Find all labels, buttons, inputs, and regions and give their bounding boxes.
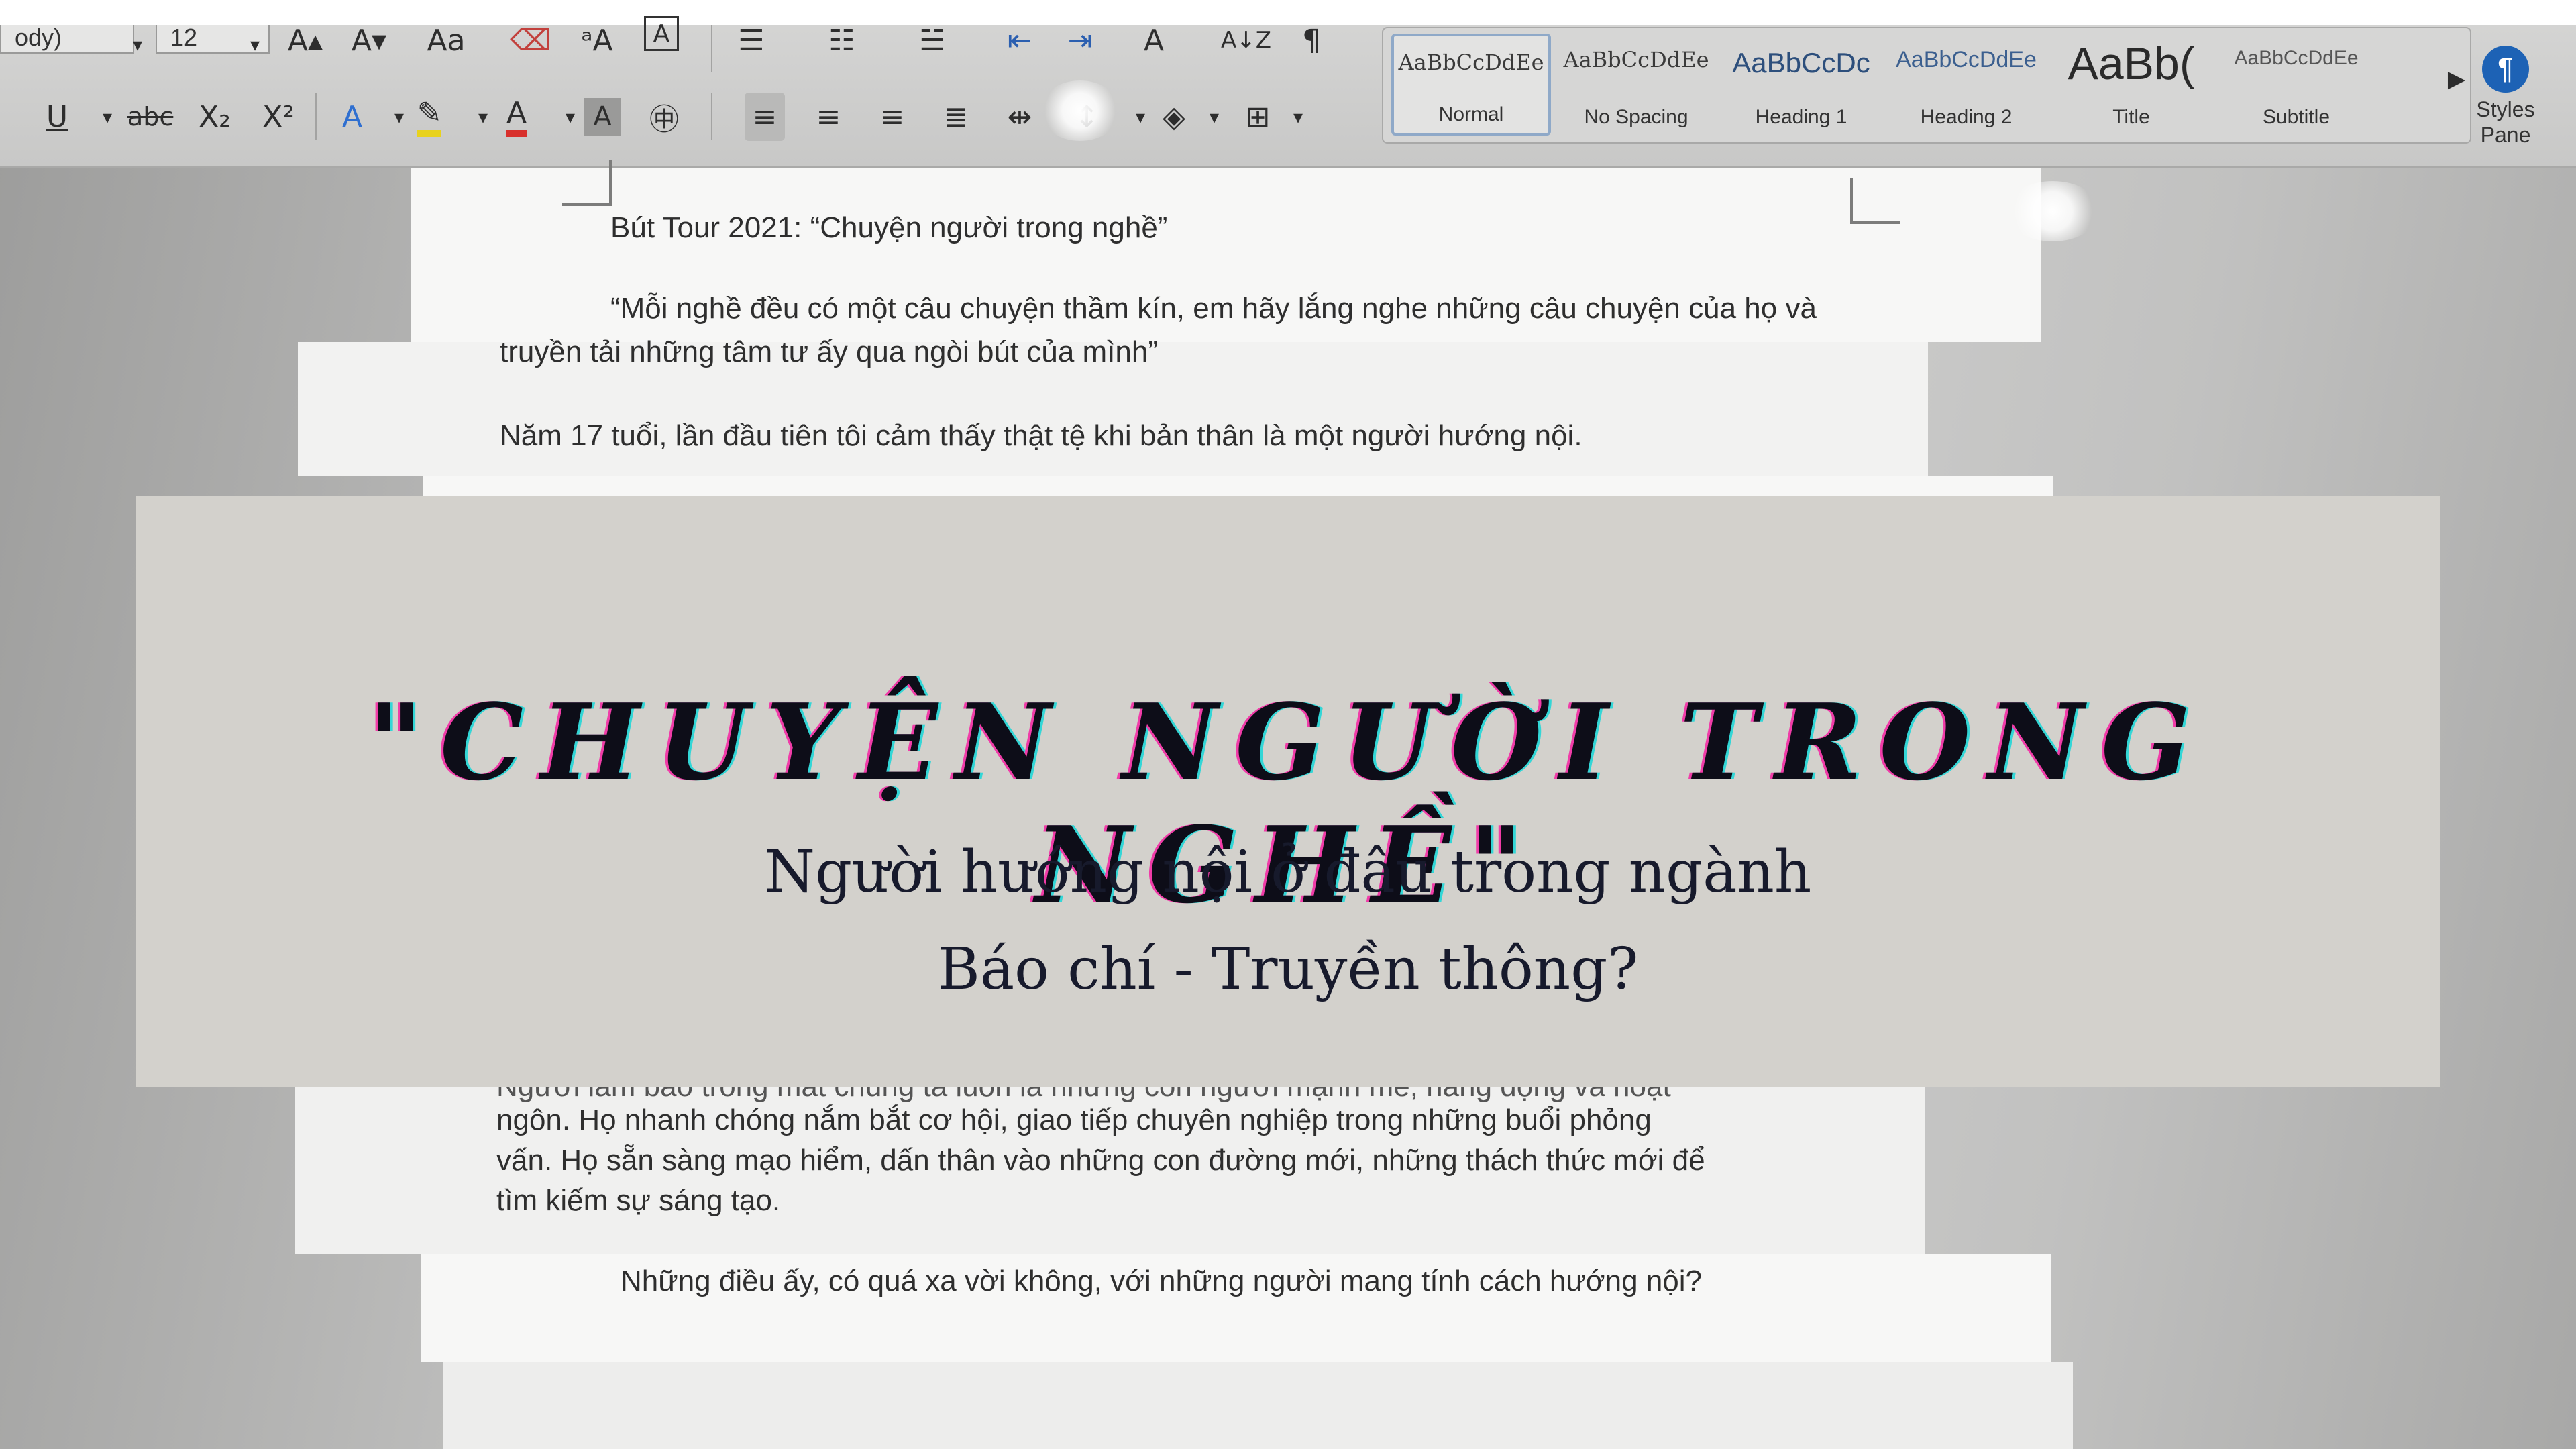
text-effects-icon[interactable]: A — [1134, 16, 1174, 64]
page-strip — [443, 1362, 2073, 1449]
doc-paragraph-2-line-4[interactable]: tìm kiếm sự sáng tạo. — [496, 1184, 780, 1218]
phonetic-guide-icon[interactable]: ᵃA — [577, 16, 617, 64]
styles-pane-icon: ¶ — [2482, 46, 2529, 93]
style-subtitle[interactable]: AaBbCcDdEe Subtitle — [2216, 34, 2376, 136]
paragraph-shading-icon[interactable]: ◈ — [1154, 93, 1194, 141]
highlighter-icon[interactable]: ✎ — [409, 93, 449, 141]
ribbon-row-paragraph: U ▾ abc X₂ X² A ▾ ✎ ▾ A ▾ A ㊥ ≡ ≡ ≡ ≣ ⇹ … — [0, 86, 1342, 160]
style-label: Normal — [1438, 103, 1504, 125]
doc-paragraph-3[interactable]: Những điều ấy, có quá xa vời không, với … — [621, 1265, 1702, 1298]
ribbon-separator — [315, 93, 317, 140]
doc-paragraph-2-line-3[interactable]: vấn. Họ sẵn sàng mạo hiểm, dấn thân vào … — [496, 1144, 1705, 1177]
style-preview: AaBb( — [2068, 38, 2195, 89]
style-label: Subtitle — [2262, 106, 2330, 128]
distributed-icon[interactable]: ⇹ — [1000, 93, 1040, 141]
style-normal[interactable]: AaBbCcDdEe Normal — [1391, 34, 1551, 136]
photographed-screen: ody) ▾ 12 ▾ A▴ A▾ Aa ⌫ ᵃA A ☰ ☷ ☱ ⇤ ⇥ A … — [0, 0, 2576, 1449]
font-color-button[interactable]: A — [496, 93, 537, 141]
font-size-dropdown-icon[interactable]: ▾ — [235, 20, 275, 68]
styles-pane-label-1: Styles — [2476, 97, 2535, 121]
font-name-box[interactable]: ody) — [0, 25, 134, 54]
shading-dropdown-icon[interactable]: ▾ — [1194, 93, 1234, 141]
style-heading-1[interactable]: AaBbCcDc Heading 1 — [1721, 34, 1881, 136]
underline-button[interactable]: U — [37, 93, 77, 141]
style-label: Heading 1 — [1755, 106, 1847, 128]
numbering-icon[interactable]: ☷ — [822, 16, 862, 64]
font-name-dropdown-icon[interactable]: ▾ — [117, 20, 158, 68]
styles-gallery: AaBbCcDdEe Normal AaBbCcDdEe No Spacing … — [1382, 27, 2471, 144]
strikethrough-button[interactable]: abc — [127, 93, 173, 141]
multilevel-list-icon[interactable]: ☱ — [912, 16, 953, 64]
text-effects-outline-icon[interactable]: A — [332, 93, 372, 141]
doc-paragraph-1[interactable]: Năm 17 tuổi, lần đầu tiên tôi cảm thấy t… — [500, 419, 1582, 453]
style-heading-2[interactable]: AaBbCcDdEe Heading 2 — [1886, 34, 2046, 136]
underline-dropdown-icon[interactable]: ▾ — [87, 93, 127, 141]
ribbon-row-font: ody) ▾ 12 ▾ A▴ A▾ Aa ⌫ ᵃA A ☰ ☷ ☱ ⇤ ⇥ A … — [0, 16, 1342, 86]
subscript-button[interactable]: X₂ — [195, 93, 235, 141]
align-right-icon[interactable]: ≡ — [872, 93, 912, 141]
bullets-icon[interactable]: ☰ — [731, 16, 771, 64]
clear-formatting-icon[interactable]: ⌫ — [510, 16, 551, 64]
doc-quote-line-2[interactable]: truyền tải những tâm tư ấy qua ngòi bút … — [500, 335, 1158, 369]
ribbon-separator — [711, 25, 712, 72]
ribbon-separator — [711, 93, 712, 140]
style-no-spacing[interactable]: AaBbCcDdEe No Spacing — [1556, 34, 1716, 136]
styles-pane-button[interactable]: ¶ Styles Pane — [2455, 32, 2556, 160]
style-preview: AaBbCcDc — [1732, 47, 1870, 78]
change-case-button[interactable]: Aa — [426, 16, 466, 64]
doc-heading[interactable]: Bút Tour 2021: “Chuyện người trong nghề” — [610, 211, 1167, 245]
page-crop-mark — [1850, 178, 1900, 224]
screen-glare — [1040, 80, 1120, 141]
style-preview: AaBbCcDdEe — [1563, 47, 1709, 72]
style-preview: AaBbCcDdEe — [1398, 50, 1544, 75]
character-shading-button[interactable]: A — [584, 98, 621, 136]
borders-icon[interactable]: ⊞ — [1238, 93, 1278, 141]
overlay-subtitle-line-2: Báo chí - Truyền thông? — [937, 936, 1639, 1003]
overlay-subtitle-line-1: Người hướng nội ở đâu trong ngành — [764, 839, 1812, 906]
align-center-icon[interactable]: ≡ — [808, 93, 849, 141]
sort-button[interactable]: A↓Z — [1221, 16, 1271, 64]
pilcrow-button[interactable]: ¶ — [1291, 16, 1332, 64]
decrease-indent-icon[interactable]: ⇤ — [1000, 16, 1040, 64]
character-border-icon[interactable]: A — [644, 16, 679, 51]
borders-dropdown-icon[interactable]: ▾ — [1278, 93, 1318, 141]
superscript-button[interactable]: X² — [258, 93, 299, 141]
style-label: Heading 2 — [1920, 106, 2012, 128]
ribbon-toolbar: ody) ▾ 12 ▾ A▴ A▾ Aa ⌫ ᵃA A ☰ ☷ ☱ ⇤ ⇥ A … — [0, 16, 2576, 168]
doc-paragraph-2-line-2[interactable]: ngôn. Họ nhanh chóng nắm bắt cơ hội, gia… — [496, 1104, 1652, 1137]
page-strip — [423, 476, 2053, 496]
shrink-font-button[interactable]: A▾ — [349, 16, 389, 64]
increase-indent-icon[interactable]: ⇥ — [1060, 16, 1100, 64]
style-label: No Spacing — [1584, 106, 1688, 128]
doc-quote-line-1[interactable]: “Mỗi nghề đều có một câu chuyện thầm kín… — [610, 292, 1817, 325]
style-title[interactable]: AaBb( Title — [2051, 34, 2211, 136]
justify-icon[interactable]: ≣ — [936, 93, 976, 141]
style-label: Title — [2112, 106, 2150, 128]
page-crop-mark — [562, 160, 612, 206]
styles-pane-label-2: Pane — [2480, 123, 2531, 147]
screen-glare — [2006, 181, 2100, 241]
style-preview: AaBbCcDdEe — [2234, 47, 2359, 69]
align-left-icon[interactable]: ≡ — [745, 93, 785, 141]
title-overlay-card: "CHUYỆN NGƯỜI TRONG NGHỀ" Người hướng nộ… — [136, 496, 2440, 1087]
grow-font-button[interactable]: A▴ — [285, 16, 325, 64]
style-preview: AaBbCcDdEe — [1896, 47, 2037, 72]
enclose-characters-icon[interactable]: ㊥ — [644, 93, 684, 141]
